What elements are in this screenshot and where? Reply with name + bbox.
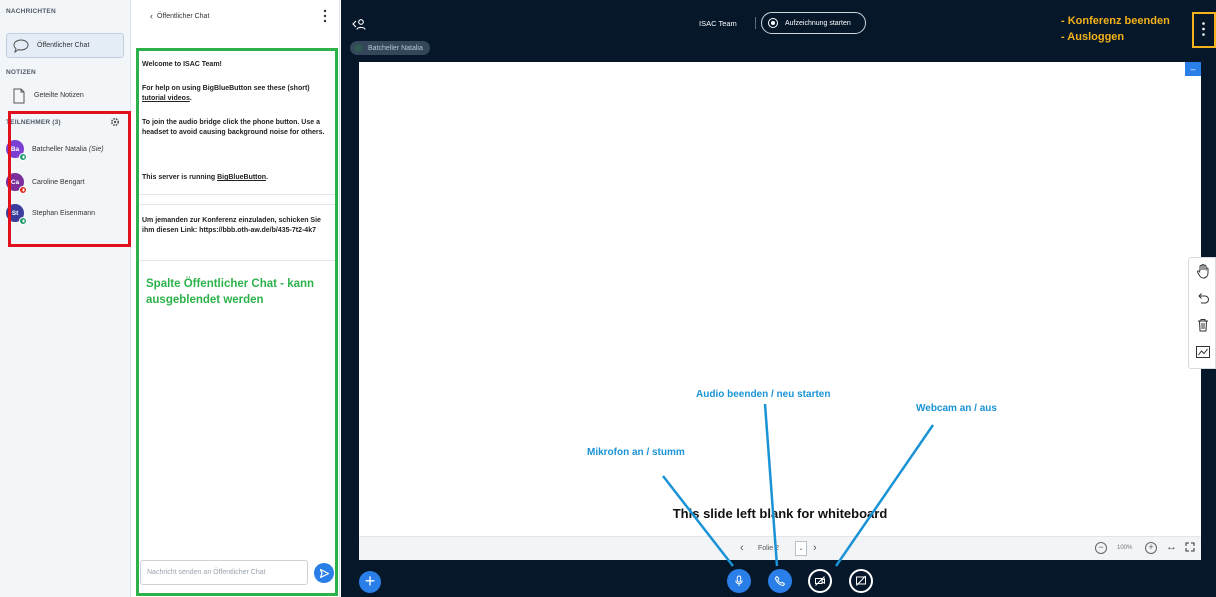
slide-select-dropdown[interactable]: ⌄ bbox=[795, 541, 807, 556]
annotation-chat-column: Spalte Öffentlicher Chat - kann ausgeble… bbox=[146, 278, 315, 306]
record-icon bbox=[768, 18, 778, 28]
chat-bubble-icon bbox=[13, 38, 29, 53]
next-slide-button[interactable]: › bbox=[813, 542, 817, 554]
multi-user-whiteboard-icon[interactable] bbox=[1195, 344, 1211, 360]
chat-close-button[interactable]: ‹ Öffentlicher Chat bbox=[150, 11, 209, 21]
fullscreen-icon[interactable] bbox=[1185, 542, 1195, 552]
trash-icon[interactable] bbox=[1195, 317, 1211, 333]
microphone-icon bbox=[735, 575, 743, 586]
annotation-microphone: Mikrofon an / stumm bbox=[587, 447, 685, 458]
document-icon bbox=[13, 88, 25, 103]
user-list-panel: NACHRICHTEN Öffentlicher Chat NOTIZEN Ge… bbox=[0, 0, 131, 597]
sidebar-item-shared-notes[interactable]: Geteilte Notizen bbox=[6, 83, 124, 108]
main-area: ISAC Team Aufzeichnung starten Batchelle… bbox=[341, 0, 1216, 597]
zoom-in-button[interactable]: + bbox=[1145, 542, 1157, 554]
phone-icon bbox=[774, 575, 786, 587]
screenshare-button[interactable] bbox=[849, 569, 873, 593]
presenter-avatar-dot bbox=[354, 44, 362, 52]
annotation-box-participants bbox=[8, 111, 131, 247]
annotation-audio: Audio beenden / neu starten bbox=[696, 389, 831, 400]
more-options-icon[interactable] bbox=[322, 9, 328, 23]
sidebar-item-label: Geteilte Notizen bbox=[34, 92, 84, 99]
presentation-toolbar: ‹ Folie 2 ⌄ › − 100% + ↔ bbox=[359, 536, 1201, 560]
zoom-out-button[interactable]: − bbox=[1095, 542, 1107, 554]
chevron-left-icon: ‹ bbox=[150, 11, 153, 21]
annotation-box-chat bbox=[136, 48, 338, 596]
chat-title: Öffentlicher Chat bbox=[157, 12, 210, 20]
undo-icon[interactable] bbox=[1195, 290, 1211, 306]
chat-header: ‹ Öffentlicher Chat bbox=[132, 0, 340, 40]
audio-phone-button[interactable] bbox=[768, 569, 792, 593]
messages-section-title: NACHRICHTEN bbox=[6, 8, 56, 15]
presenter-badge: Batcheller Natalia bbox=[350, 41, 430, 55]
fit-to-width-button[interactable]: ↔ bbox=[1166, 541, 1177, 553]
previous-slide-button[interactable]: ‹ bbox=[740, 542, 744, 554]
actions-plus-button[interactable]: + bbox=[359, 571, 381, 593]
sidebar-item-label: Öffentlicher Chat bbox=[37, 42, 90, 49]
start-recording-button[interactable]: Aufzeichnung starten bbox=[761, 12, 866, 34]
whiteboard-toolbar bbox=[1188, 257, 1216, 369]
sidebar-item-public-chat[interactable]: Öffentlicher Chat bbox=[6, 33, 124, 58]
webcam-button[interactable] bbox=[808, 569, 832, 593]
whiteboard-slide[interactable]: This slide left blank for whiteboard bbox=[359, 62, 1201, 536]
record-label: Aufzeichnung starten bbox=[785, 19, 851, 27]
notes-section-title: NOTIZEN bbox=[6, 69, 36, 76]
slide-number: Folie 2 bbox=[758, 545, 780, 552]
webcam-off-icon bbox=[815, 576, 825, 586]
zoom-level: 100% bbox=[1117, 545, 1133, 551]
meeting-title: ISAC Team bbox=[699, 19, 737, 28]
screenshare-off-icon bbox=[856, 575, 866, 586]
hand-tool-icon[interactable] bbox=[1195, 263, 1211, 279]
annotation-webcam: Webcam an / aus bbox=[916, 403, 997, 414]
divider bbox=[755, 17, 756, 29]
minimize-presentation-button[interactable]: – bbox=[1185, 62, 1201, 76]
presenter-name: Batcheller Natalia bbox=[368, 44, 423, 52]
toggle-userlist-icon[interactable] bbox=[352, 18, 366, 30]
microphone-button[interactable] bbox=[727, 569, 751, 593]
more-options-icon[interactable] bbox=[1201, 21, 1206, 37]
annotation-options: - Konferenz beenden - Ausloggen bbox=[1061, 15, 1170, 43]
slide-text: This slide left blank for whiteboard bbox=[672, 506, 888, 521]
